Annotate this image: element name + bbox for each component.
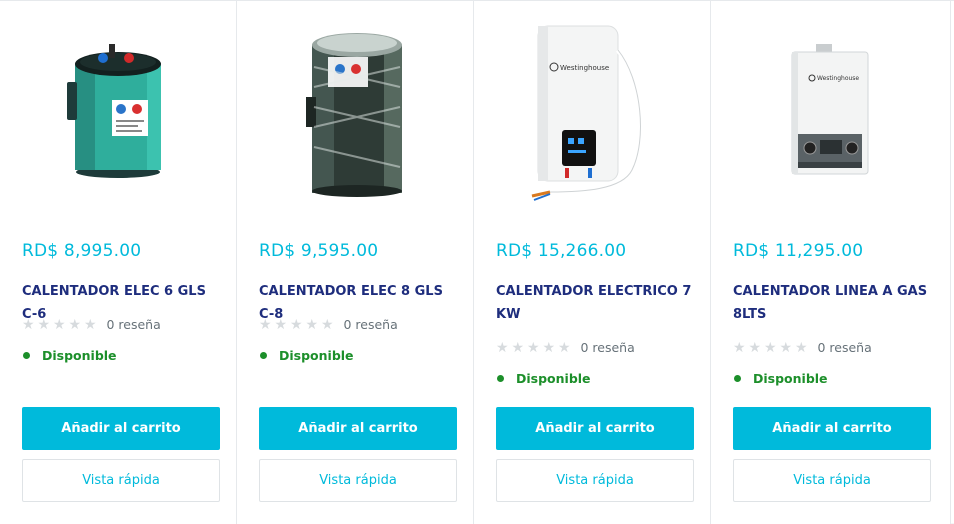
stock-status: Disponible	[733, 371, 828, 386]
star-icon: ★	[795, 339, 808, 356]
product-card: Westinghouse RD$ 15,266.00 CALENTADOR EL…	[474, 1, 711, 524]
star-icon: ★	[259, 316, 272, 333]
product-image-link[interactable]	[237, 1, 473, 223]
rating-count: 0 reseña	[817, 340, 872, 355]
star-icon: ★	[321, 316, 334, 333]
product-rating[interactable]: ★ ★ ★ ★ ★ 0 reseña	[496, 340, 635, 355]
add-to-cart-button[interactable]: Añadir al carrito	[496, 407, 694, 450]
product-title-link[interactable]: CALENTADOR LINEA A GAS 8LTS	[733, 280, 929, 326]
brand-logo-text: Westinghouse	[817, 75, 859, 82]
star-icon: ★	[542, 339, 556, 356]
product-image-link[interactable]: Westinghouse	[711, 1, 950, 223]
rating-stars: ★ ★ ★ ★ ★	[496, 341, 574, 355]
quick-view-button[interactable]: Vista rápida	[733, 459, 931, 502]
star-icon: ★	[53, 316, 66, 333]
product-title-link[interactable]: CALENTADOR ELECTRICO 7 KW	[496, 280, 692, 326]
in-stock-dot-icon	[23, 352, 30, 359]
stock-status: Disponible	[22, 348, 117, 363]
water-heater-wrapped-icon	[306, 33, 402, 197]
product-card: RD$ 8,995.00 CALENTADOR ELEC 6 GLS C-6 ★…	[0, 1, 237, 524]
star-icon: ★	[22, 316, 35, 333]
electric-heater-white-icon: Westinghouse	[531, 25, 643, 201]
rating-stars: ★ ★ ★ ★ ★	[733, 341, 811, 355]
product-price: RD$ 9,595.00	[259, 241, 379, 261]
star-icon: ★	[305, 316, 319, 333]
star-icon: ★	[84, 316, 97, 333]
product-image-link[interactable]: Westinghouse	[474, 1, 710, 223]
in-stock-dot-icon	[734, 375, 741, 382]
stock-label: Disponible	[279, 348, 354, 363]
star-icon: ★	[68, 316, 82, 333]
star-icon: ★	[779, 339, 793, 356]
quick-view-button[interactable]: Vista rápida	[259, 459, 457, 502]
star-icon: ★	[527, 339, 540, 356]
product-grid: RD$ 8,995.00 CALENTADOR ELEC 6 GLS C-6 ★…	[0, 0, 954, 524]
product-price: RD$ 15,266.00	[496, 241, 627, 261]
product-card: RD$ 9,595.00 CALENTADOR ELEC 8 GLS C-8 ★…	[237, 1, 474, 524]
product-rating[interactable]: ★ ★ ★ ★ ★ 0 reseña	[259, 317, 398, 332]
rating-count: 0 reseña	[580, 340, 635, 355]
add-to-cart-button[interactable]: Añadir al carrito	[22, 407, 220, 450]
quick-view-button[interactable]: Vista rápida	[496, 459, 694, 502]
product-price: RD$ 11,295.00	[733, 241, 864, 261]
star-icon: ★	[511, 339, 525, 356]
add-to-cart-button[interactable]: Añadir al carrito	[733, 407, 931, 450]
star-icon: ★	[764, 339, 777, 356]
star-icon: ★	[748, 339, 762, 356]
stock-status: Disponible	[259, 348, 354, 363]
stock-label: Disponible	[42, 348, 117, 363]
add-to-cart-button[interactable]: Añadir al carrito	[259, 407, 457, 450]
product-image-link[interactable]	[0, 1, 236, 223]
star-icon: ★	[733, 339, 746, 356]
in-stock-dot-icon	[497, 375, 504, 382]
rating-count: 0 reseña	[106, 317, 161, 332]
stock-status: Disponible	[496, 371, 591, 386]
rating-count: 0 reseña	[343, 317, 398, 332]
quick-view-button[interactable]: Vista rápida	[22, 459, 220, 502]
star-icon: ★	[558, 339, 571, 356]
star-icon: ★	[496, 339, 509, 356]
stock-label: Disponible	[753, 371, 828, 386]
star-icon: ★	[274, 316, 288, 333]
stock-label: Disponible	[516, 371, 591, 386]
in-stock-dot-icon	[260, 352, 267, 359]
rating-stars: ★ ★ ★ ★ ★	[259, 318, 337, 332]
product-rating[interactable]: ★ ★ ★ ★ ★ 0 reseña	[733, 340, 872, 355]
star-icon: ★	[290, 316, 303, 333]
product-card: Westinghouse RD$ 11,295.00 CALENTADOR LI…	[711, 1, 951, 524]
rating-stars: ★ ★ ★ ★ ★	[22, 318, 100, 332]
water-heater-teal-icon	[67, 44, 161, 178]
gas-heater-icon: Westinghouse	[791, 44, 868, 175]
product-rating[interactable]: ★ ★ ★ ★ ★ 0 reseña	[22, 317, 161, 332]
star-icon: ★	[37, 316, 51, 333]
brand-logo-text: Westinghouse	[560, 64, 609, 72]
product-price: RD$ 8,995.00	[22, 241, 142, 261]
